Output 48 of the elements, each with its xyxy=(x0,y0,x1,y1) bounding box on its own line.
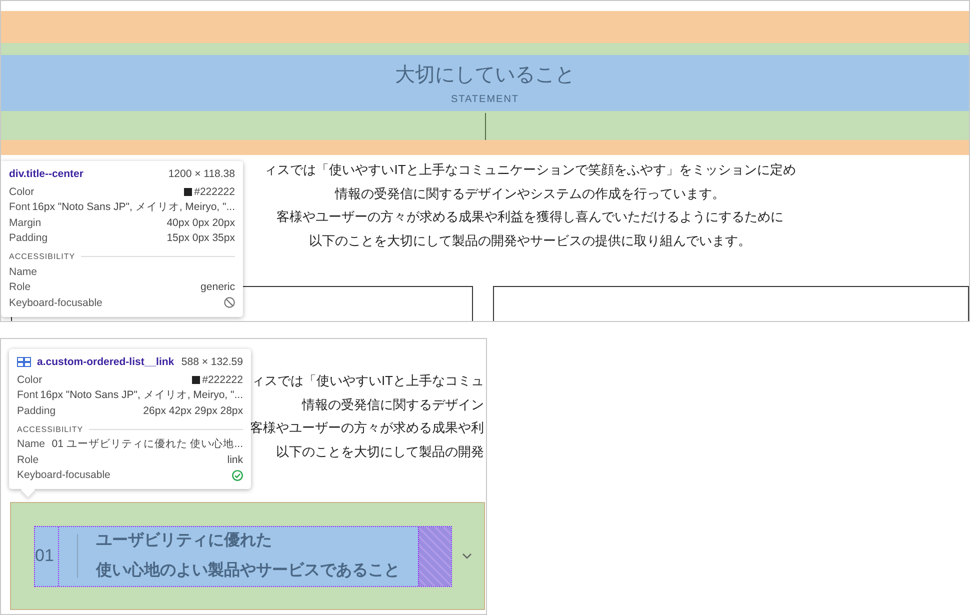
property-label: Font xyxy=(17,389,38,402)
property-value: link xyxy=(227,454,243,466)
property-value: 26px 42px 29px 28px xyxy=(143,404,243,417)
intro-text: ィスでは「使いやすいITと上手なコミュ xyxy=(251,372,484,390)
element-size: 1200 × 118.38 xyxy=(168,168,235,180)
element-selector: div.title--center xyxy=(9,168,84,180)
property-label: Padding xyxy=(9,232,48,244)
intro-text: 以下のことを大切にして製品の開発やサービスの提供に取り組んでいます。 xyxy=(309,232,751,250)
property-label: Margin xyxy=(9,216,42,229)
element-selector: a.custom-ordered-list__link xyxy=(37,356,174,368)
element-size: 588 × 132.59 xyxy=(181,356,243,368)
section-subtitle: STATEMENT xyxy=(450,94,520,105)
list-link[interactable]: 01 ユーザビリティに優れた 使い心地のよい製品やサービスであること xyxy=(34,526,452,586)
property-label: Role xyxy=(9,281,31,294)
property-label: Name xyxy=(17,438,46,450)
property-value: 40px 0px 20px xyxy=(166,216,235,229)
property-value: 16px "Noto Sans JP", メイリオ, Meiryo, "... xyxy=(40,388,243,402)
property-value: #222222 xyxy=(202,374,243,386)
intro-text: ィスでは「使いやすいITと上手なコミュニケーションで笑顔をふやす」をミッションに定め xyxy=(264,161,796,179)
property-value: 16px "Noto Sans JP", メイリオ, Meiryo, "... xyxy=(32,200,235,214)
intro-text: 情報の受発信に関するデザインやシステムの作成を行っています。 xyxy=(335,184,725,202)
item-number: 01 xyxy=(35,526,59,586)
intro-text: 以下のことを大切にして製品の開発 xyxy=(276,442,484,460)
section-heading: ACCESSIBILITY xyxy=(9,252,76,261)
item-text: 使い心地のよい製品やサービスであること xyxy=(96,560,400,581)
property-value: 15px 0px 35px xyxy=(166,232,235,244)
property-label: Padding xyxy=(17,404,56,417)
intro-text: 情報の受発信に関するデザイン xyxy=(302,396,484,414)
item-text: ユーザビリティに優れた xyxy=(96,531,273,551)
property-label: Keyboard-focusable xyxy=(9,296,102,309)
property-label: Name xyxy=(9,266,38,278)
property-label: Role xyxy=(17,454,39,466)
section-heading: ACCESSIBILITY xyxy=(17,424,84,434)
intro-text: 客様やユーザーの方々が求める成果や利 xyxy=(250,419,484,437)
intro-text: 客様やユーザーの方々が求める成果や利益を獲得し喜んでいただけるようにするために xyxy=(276,208,784,226)
property-label: Font xyxy=(9,201,30,214)
property-value: #222222 xyxy=(194,186,235,198)
color-swatch xyxy=(192,376,200,384)
property-label: Color xyxy=(9,186,34,198)
chevron-down-icon xyxy=(462,553,472,559)
property-value: 01 ユーザビリティに優れた 使い心地... xyxy=(52,437,243,452)
property-value: generic xyxy=(200,281,235,294)
section-title: 大切にしていること xyxy=(395,63,575,88)
grid-icon xyxy=(17,357,31,367)
property-label: Keyboard-focusable xyxy=(17,469,110,482)
hatched-overlay xyxy=(418,526,451,586)
property-label: Color xyxy=(17,374,42,386)
color-swatch xyxy=(184,188,192,196)
